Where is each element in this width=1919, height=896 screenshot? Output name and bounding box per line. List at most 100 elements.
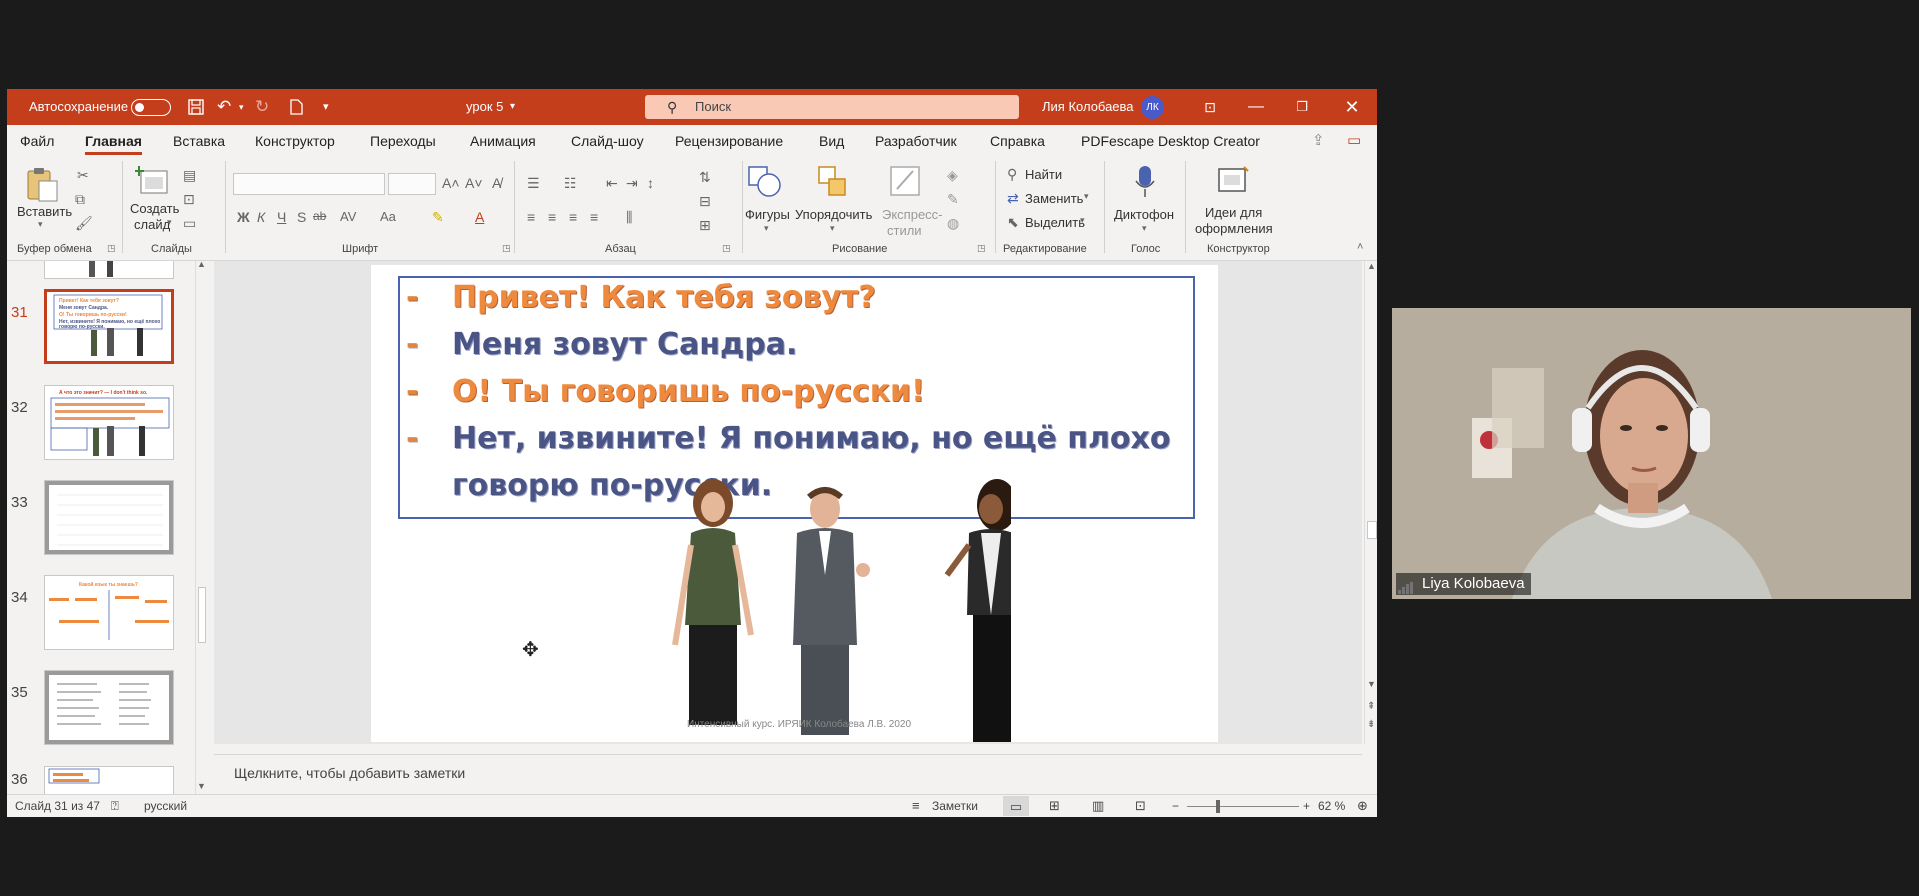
clear-format-icon[interactable]: A̸: [492, 175, 501, 191]
select-icon[interactable]: ⬉: [1007, 214, 1019, 231]
decrease-font-icon[interactable]: A˅: [465, 175, 483, 191]
clipboard-launcher-icon[interactable]: ◳: [107, 243, 116, 254]
align-right-icon[interactable]: ≡: [569, 209, 577, 225]
slide-thumbnail-31[interactable]: Привет! Как тебя зовут? Меня зовут Сандр…: [44, 289, 174, 364]
tab-slideshow[interactable]: Слайд-шоу: [571, 125, 644, 157]
new-slide-label-2[interactable]: слайд: [134, 217, 170, 233]
font-launcher-icon[interactable]: ◳: [502, 243, 511, 254]
customize-toolbar-icon[interactable]: ▾: [323, 89, 329, 125]
search-box[interactable]: ⚲ Поиск: [645, 95, 1019, 119]
font-name-dropdown[interactable]: [233, 173, 385, 195]
slideshow-icon[interactable]: ⊡: [1135, 795, 1146, 817]
shape-outline-icon[interactable]: ✎: [947, 191, 959, 208]
tab-animation[interactable]: Анимация: [470, 125, 536, 157]
numbering-icon[interactable]: ☷: [564, 175, 577, 192]
columns-icon[interactable]: ⫼: [626, 209, 632, 226]
section-icon[interactable]: ▭: [183, 215, 196, 232]
tab-help[interactable]: Справка: [990, 125, 1045, 157]
zoom-out-icon[interactable]: −: [1172, 795, 1179, 817]
replace-dropdown-icon[interactable]: ▾: [1084, 191, 1089, 202]
thumbnails-scroll-thumb[interactable]: [198, 587, 206, 643]
paragraph-launcher-icon[interactable]: ◳: [722, 243, 731, 254]
file-name[interactable]: урок 5: [466, 89, 503, 125]
slide-thumbnail-34[interactable]: Какой язык ты знаешь?: [44, 575, 174, 650]
new-slide-label-1[interactable]: Создать: [130, 201, 179, 217]
text-direction-icon[interactable]: ⇅: [699, 169, 711, 186]
next-slide-icon[interactable]: ⇟: [1367, 719, 1375, 730]
increase-indent-icon[interactable]: ⇥: [626, 175, 638, 192]
fit-slide-icon[interactable]: ⊕: [1357, 795, 1368, 817]
quick-styles-label-2[interactable]: стили: [887, 223, 922, 239]
tab-transitions[interactable]: Переходы: [370, 125, 436, 157]
align-text-icon[interactable]: ⊟: [699, 193, 711, 210]
redo-icon[interactable]: ↻: [255, 89, 269, 125]
collapse-ribbon-icon[interactable]: ˄: [1357, 241, 1363, 253]
scroll-down-icon[interactable]: ▼: [197, 781, 206, 791]
slide-thumbnail-33[interactable]: [44, 480, 174, 555]
arrange-icon[interactable]: [817, 165, 849, 199]
shapes-label[interactable]: Фигуры: [745, 207, 790, 223]
tab-home[interactable]: Главная: [85, 125, 142, 157]
tab-pdfescape[interactable]: PDFescape Desktop Creator: [1081, 125, 1260, 157]
slide-scroll-down-icon[interactable]: ▼: [1367, 679, 1376, 689]
comments-icon[interactable]: ▭: [1347, 125, 1361, 157]
dictate-icon[interactable]: [1134, 165, 1156, 199]
slide-scroll-thumb[interactable]: [1367, 521, 1377, 539]
line-spacing-icon[interactable]: ↕: [647, 175, 654, 191]
cut-icon[interactable]: ✂: [77, 167, 89, 184]
reset-icon[interactable]: ⊡: [183, 191, 195, 208]
design-ideas-label-1[interactable]: Идеи для: [1205, 205, 1262, 221]
slide-thumbnail-32[interactable]: А что это значит? — I don't think so.: [44, 385, 174, 460]
restore-icon[interactable]: ❐: [1279, 89, 1325, 125]
slide-thumbnail-35[interactable]: [44, 670, 174, 745]
zoom-in-icon[interactable]: +: [1303, 795, 1310, 817]
scroll-up-icon[interactable]: ▲: [197, 259, 206, 269]
select-dropdown-icon[interactable]: ▾: [1080, 215, 1085, 226]
slide-thumbnail-30[interactable]: [44, 261, 174, 279]
tab-design[interactable]: Конструктор: [255, 125, 335, 157]
undo-icon[interactable]: ↶: [217, 89, 231, 125]
italic-button[interactable]: К: [257, 209, 265, 225]
autosave-toggle[interactable]: [131, 99, 171, 116]
copy-icon[interactable]: ⧉: [75, 191, 85, 208]
replace-icon[interactable]: ⇄: [1007, 190, 1019, 207]
ribbon-display-icon[interactable]: ⊡: [1187, 89, 1233, 125]
replace-button[interactable]: Заменить: [1025, 191, 1083, 207]
shapes-dropdown-icon[interactable]: ▾: [764, 223, 769, 234]
shadow-button[interactable]: S: [297, 209, 306, 225]
close-icon[interactable]: ✕: [1329, 89, 1375, 125]
slide-thumbnail-36[interactable]: [44, 766, 174, 794]
justify-icon[interactable]: ≡: [590, 209, 598, 225]
paste-dropdown-icon[interactable]: ▾: [38, 219, 43, 230]
shapes-icon[interactable]: [747, 165, 783, 199]
notes-pane[interactable]: Щелкните, чтобы добавить заметки: [214, 754, 1362, 790]
shape-effects-icon[interactable]: ◍: [947, 215, 959, 232]
align-center-icon[interactable]: ≡: [548, 209, 556, 225]
zoom-level[interactable]: 62 %: [1318, 795, 1345, 817]
tab-view[interactable]: Вид: [819, 125, 844, 157]
reading-view-icon[interactable]: ▥: [1092, 795, 1104, 817]
zoom-slider[interactable]: [1187, 806, 1299, 807]
new-document-icon[interactable]: [290, 99, 303, 115]
align-left-icon[interactable]: ≡: [527, 209, 535, 225]
paste-label[interactable]: Вставить: [17, 204, 72, 220]
find-icon[interactable]: ⚲: [1007, 166, 1017, 183]
undo-dropdown-icon[interactable]: ▾: [239, 89, 244, 125]
dictate-dropdown-icon[interactable]: ▾: [1142, 223, 1147, 234]
design-ideas-label-2[interactable]: оформления: [1195, 221, 1273, 237]
slide-scrollbar[interactable]: ▲ ▼ ⇞ ⇟: [1364, 261, 1377, 744]
notes-icon[interactable]: ≡: [912, 795, 920, 817]
share-icon[interactable]: ⇪: [1312, 125, 1325, 157]
accessibility-icon[interactable]: ⍰: [111, 795, 119, 817]
new-slide-dropdown-icon[interactable]: ▾: [167, 217, 172, 228]
char-spacing-button[interactable]: AV: [340, 209, 356, 224]
underline-button[interactable]: Ч: [277, 209, 286, 225]
drawing-launcher-icon[interactable]: ◳: [977, 243, 986, 254]
highlight-icon[interactable]: ✎: [432, 209, 444, 226]
notes-button[interactable]: Заметки: [932, 795, 978, 817]
tab-developer[interactable]: Разработчик: [875, 125, 957, 157]
find-button[interactable]: Найти: [1025, 167, 1062, 183]
quick-styles-icon[interactable]: [889, 165, 921, 199]
new-slide-icon[interactable]: [135, 165, 169, 197]
file-name-dropdown-icon[interactable]: ▾: [510, 89, 515, 125]
